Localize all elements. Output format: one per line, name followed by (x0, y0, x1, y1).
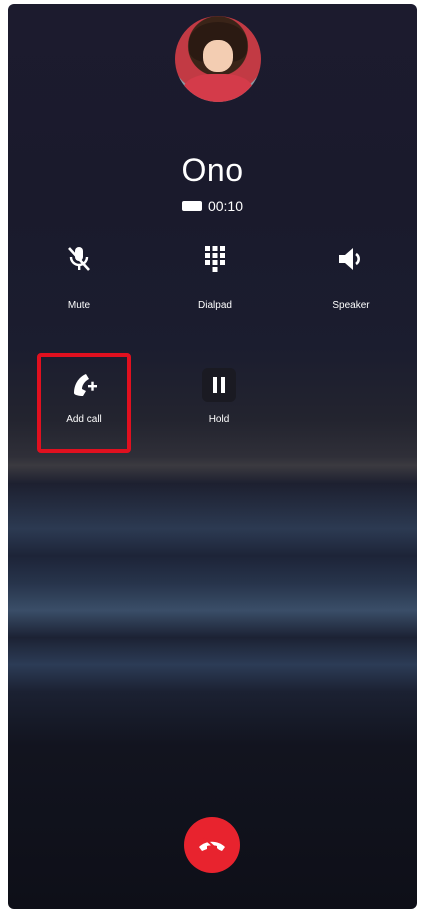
mic-off-icon (34, 244, 124, 274)
contact-name: Ono (181, 152, 244, 188)
contact-avatar (175, 16, 261, 102)
mute-button[interactable]: Mute (34, 244, 124, 311)
call-status: 00:10 (8, 198, 417, 214)
hd-voice-icon (181, 201, 202, 212)
hold-label: Hold (208, 414, 230, 425)
speaker-button[interactable]: Speaker (306, 244, 396, 311)
end-call-icon (199, 837, 225, 853)
pause-icon (202, 368, 236, 402)
dialpad-button[interactable]: Dialpad (170, 244, 260, 311)
call-duration: 00:10 (207, 198, 244, 214)
mute-label: Mute (67, 300, 91, 311)
end-call-button[interactable] (184, 817, 240, 873)
dialpad-icon (170, 244, 260, 274)
dialpad-label: Dialpad (198, 300, 232, 311)
speaker-icon (306, 244, 396, 274)
call-screen: Ono 00:10 Mute Dialpad Speaker Add call … (8, 4, 417, 909)
speaker-label: Speaker (332, 300, 370, 311)
highlight-box (37, 353, 131, 453)
hold-button[interactable]: Hold (174, 368, 264, 425)
